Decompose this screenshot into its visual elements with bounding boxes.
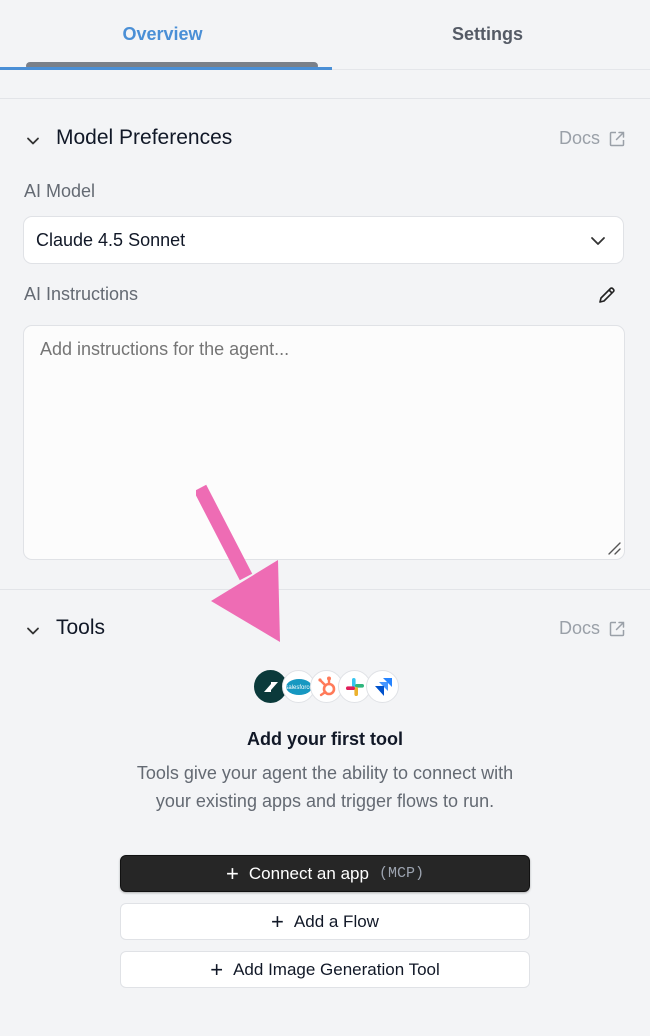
active-tab-indicator xyxy=(0,67,332,70)
add-flow-button[interactable]: + Add a Flow xyxy=(120,903,530,940)
tab-bar: Overview Settings xyxy=(0,0,650,70)
external-link-icon xyxy=(609,621,625,636)
ai-instructions-label: AI Instructions xyxy=(24,284,139,304)
tools-header[interactable]: Tools Docs xyxy=(0,610,650,650)
docs-label: Docs xyxy=(558,128,600,148)
annotation-arrow xyxy=(196,484,280,642)
docs-link[interactable]: Docs xyxy=(559,618,626,639)
chevron-down-icon xyxy=(591,237,605,245)
resize-handle-icon[interactable] xyxy=(607,541,621,555)
mcp-badge: (MCP) xyxy=(378,865,424,882)
pencil-icon[interactable] xyxy=(597,285,617,305)
section-title: Tools xyxy=(56,616,106,639)
section-title: Model Preferences xyxy=(56,126,233,149)
add-flow-label: Add a Flow xyxy=(293,911,379,931)
connect-app-label: Connect an app xyxy=(248,863,369,883)
plus-icon: + xyxy=(271,908,284,934)
tab-overview[interactable]: Overview xyxy=(0,0,325,69)
jira-logo xyxy=(366,670,399,703)
ai-instructions-textarea[interactable] xyxy=(23,325,625,560)
add-image-generation-tool-button[interactable]: + Add Image Generation Tool xyxy=(120,951,530,988)
chevron-down-icon[interactable] xyxy=(24,622,42,640)
empty-state-title: Add your first tool xyxy=(247,729,403,749)
external-link-icon xyxy=(609,131,625,146)
plus-icon: + xyxy=(210,956,224,982)
add-image-tool-label: Add Image Generation Tool xyxy=(233,959,440,979)
plus-icon: + xyxy=(226,860,239,886)
docs-link[interactable]: Docs xyxy=(559,128,626,149)
salesforce-wordmark: salesforce xyxy=(285,685,313,691)
model-preferences-header[interactable]: Model Preferences Docs xyxy=(0,120,650,160)
ai-model-value: Claude 4.5 Sonnet xyxy=(36,230,186,250)
ai-model-select[interactable]: Claude 4.5 Sonnet xyxy=(23,216,624,264)
ai-model-label: AI Model xyxy=(24,181,96,201)
empty-state-description: Tools give your agent the ability to con… xyxy=(136,763,514,811)
docs-label: Docs xyxy=(558,618,600,638)
tab-settings[interactable]: Settings xyxy=(325,0,650,69)
section-divider xyxy=(0,98,650,99)
connect-app-button[interactable]: + Connect an app (MCP) xyxy=(120,855,530,892)
chevron-down-icon[interactable] xyxy=(24,132,42,150)
section-divider xyxy=(0,589,650,590)
app-logos: salesforce xyxy=(254,670,399,705)
